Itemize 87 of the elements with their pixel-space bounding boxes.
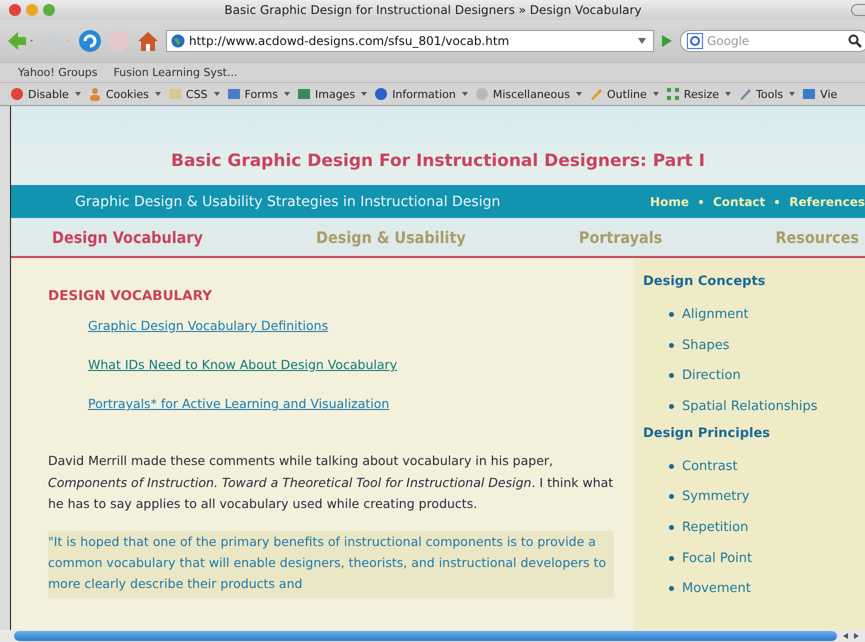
dropdown-icon[interactable]: [637, 37, 647, 45]
toolbar-icon: [226, 87, 241, 101]
toolbar-icon: [374, 87, 388, 101]
toolbar-icon: [297, 87, 311, 101]
toolbar-menu[interactable]: Forms: [226, 87, 290, 101]
dropdown-icon: [725, 92, 732, 96]
sidebar-link[interactable]: Spatial Relationships: [682, 398, 818, 414]
toolbar-icon: [10, 87, 24, 101]
nav-tab[interactable]: Resources: [775, 228, 859, 246]
toolbar-icon: [802, 87, 816, 101]
nav-tab[interactable]: Portrayals: [578, 228, 662, 246]
zoom-icon[interactable]: [43, 4, 55, 16]
bullet-icon: [669, 464, 674, 469]
sidebar-link[interactable]: Focal Point: [682, 550, 752, 566]
go-icon[interactable]: [660, 34, 674, 48]
toolbar-menu[interactable]: CSS: [168, 87, 220, 101]
minimize-icon[interactable]: [26, 4, 38, 16]
search-engine-icon[interactable]: [687, 33, 703, 49]
sidebar-link[interactable]: Movement: [682, 581, 751, 596]
header-link[interactable]: Home: [650, 194, 689, 208]
reload-icon[interactable]: [78, 29, 102, 53]
sidebar-link[interactable]: Alignment: [682, 306, 749, 322]
sidebar-heading: Design Principles: [643, 426, 772, 441]
nav-tab[interactable]: Design Vocabulary: [52, 228, 203, 246]
search-field[interactable]: Google: [680, 30, 865, 52]
header-link[interactable]: References: [789, 194, 865, 208]
bullet-icon: [669, 586, 674, 592]
header-link[interactable]: Contact: [712, 194, 766, 208]
separator-dot: [698, 200, 703, 204]
window-title: Basic Graphic Design for Instructional Designers » Design Vocabulary: [223, 3, 643, 17]
home-icon[interactable]: [136, 30, 160, 52]
toolbar-menu[interactable]: Tools: [738, 87, 796, 101]
dropdown-icon: [361, 92, 368, 96]
toolbar-menu[interactable]: Resize: [666, 87, 732, 101]
toolbar-menu[interactable]: Outline: [589, 87, 659, 101]
bullet-icon: [669, 524, 674, 530]
article-link[interactable]: Portrayals* for Active Learning and Visualization: [88, 396, 390, 411]
globe-icon: [171, 34, 185, 48]
sidebar-link[interactable]: Contrast: [682, 458, 738, 474]
article-link[interactable]: Graphic Design Vocabulary Definitions: [88, 318, 328, 333]
bullet-icon: [669, 373, 674, 378]
toolbar-menu[interactable]: Miscellaneous: [474, 87, 582, 101]
dropdown-icon: [462, 92, 468, 96]
search-icon[interactable]: [848, 34, 862, 48]
toolbar-icon: [738, 87, 752, 101]
dropdown-icon: [789, 92, 796, 96]
sidebar-link[interactable]: Repetition: [682, 520, 748, 535]
dropdown-icon: [154, 92, 161, 96]
dropdown-icon: [214, 92, 220, 96]
toolbar-icon: [168, 87, 182, 101]
scrollbar-thumb[interactable]: [14, 631, 837, 641]
back-icon[interactable]: [6, 30, 36, 52]
toolbar-icon: [666, 87, 680, 101]
address-field[interactable]: http://www.acdowd-designs.com/sfsu_801/vocab.htm: [166, 30, 654, 52]
toolbar-toggle-icon[interactable]: [851, 4, 865, 16]
toolbar-menu[interactable]: Vie: [802, 87, 838, 101]
bookmark-link[interactable]: Yahoo! Groups: [18, 66, 98, 79]
bullet-icon: [669, 342, 674, 348]
toolbar-menu[interactable]: Disable: [10, 87, 81, 101]
sidebar-link[interactable]: Symmetry: [682, 489, 750, 504]
tagline: Graphic Design & Usability Strategies in Instructional Design: [75, 194, 500, 210]
nav-tab[interactable]: Design & Usability: [316, 228, 466, 246]
toolbar-icon: [88, 87, 102, 101]
toolbar-icon: [474, 87, 489, 101]
sidebar-link[interactable]: Shapes: [682, 338, 730, 353]
site-title: Basic Graphic Design For Instructional Designers: Part I: [171, 151, 705, 171]
sidebar-link[interactable]: Direction: [682, 368, 741, 384]
bullet-icon: [669, 494, 674, 500]
article-link[interactable]: What IDs Need to Know About Design Vocabulary: [88, 357, 398, 372]
paragraph: David Merrill made these comments while talking about vocabulary in his paper, Components of Instruction. Toward a Theoretical Tool for Instructional Design. I think what he has to say applies to all vocabulary used while creating products.: [48, 452, 614, 513]
toolbar-menu[interactable]: Information: [374, 87, 468, 101]
separator-dot: [775, 200, 780, 204]
sidebar-heading: Design Concepts: [643, 274, 766, 289]
dropdown-icon: [576, 92, 582, 96]
toolbar-menu[interactable]: Images: [297, 87, 368, 101]
bullet-icon: [669, 556, 674, 561]
dropdown-icon: [652, 92, 659, 96]
close-icon[interactable]: [9, 4, 21, 16]
toolbar-icon: [589, 87, 603, 101]
section-heading: DESIGN VOCABULARY: [48, 288, 212, 304]
bookmark-link[interactable]: Fusion Learning Syst...: [114, 66, 238, 79]
dropdown-icon: [284, 92, 290, 96]
quotation: "It is hoped that one of the primary benefits of instructional components is to provide a common vocabulary that will enable designers, theorists, and instructional developers to more clearly describe their products and: [48, 530, 614, 598]
bullet-icon: [669, 312, 674, 317]
dropdown-icon: [74, 92, 81, 96]
toolbar-menu[interactable]: Cookies: [88, 87, 161, 101]
bullet-icon: [669, 404, 674, 409]
